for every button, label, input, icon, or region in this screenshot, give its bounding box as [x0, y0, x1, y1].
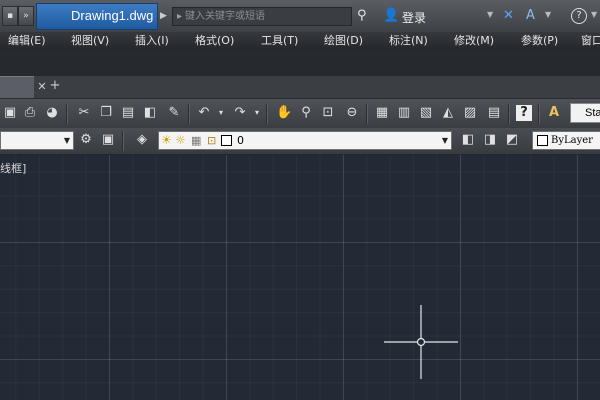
file-tab-strip	[0, 50, 600, 76]
toolbar-separator	[508, 104, 510, 124]
zoom-previous-icon[interactable]: ⊖	[344, 105, 360, 121]
redo-icon[interactable]: ↷	[232, 105, 248, 121]
text-style-icon[interactable]: A	[546, 105, 562, 121]
menu-edit[interactable]: 编辑(E)	[8, 34, 46, 48]
document-title-arrow-icon[interactable]: ▶	[160, 8, 170, 24]
gear-icon[interactable]: ⚙	[78, 132, 94, 148]
toolbar-separator	[188, 104, 190, 124]
menu-tools[interactable]: 工具(T)	[261, 34, 298, 48]
quick-access-expand-button[interactable]: »	[18, 6, 34, 26]
text-style-select[interactable]: Sta	[570, 103, 600, 123]
app-menu-button[interactable]: ▪	[2, 6, 18, 26]
menu-bar: 编辑(E) 视图(V) 插入(I) 格式(O) 工具(T) 绘图(D) 标注(N…	[0, 32, 600, 50]
file-tab-drawing1[interactable]	[0, 76, 34, 99]
layer-state-icon[interactable]: ◩	[504, 132, 520, 148]
viewport-controls-label[interactable]: 线框]	[0, 160, 26, 176]
sheet-set-icon[interactable]: ◭	[440, 105, 456, 121]
menu-format[interactable]: 格式(O)	[195, 34, 234, 48]
title-bar: ▪ » Drawing1.dwg ▶ 键入关键字或短语 ⚲ 👤 登录 ▼ ✕ A…	[0, 0, 600, 33]
save-icon[interactable]: ▣	[2, 105, 18, 121]
color-value: ByLayer	[551, 135, 593, 146]
toolbar-separator	[538, 104, 540, 124]
workspace-icon[interactable]: ▣	[100, 132, 116, 148]
color-select[interactable]: ByLayer	[532, 131, 600, 150]
binoculars-icon[interactable]: ⚲	[357, 8, 367, 23]
exchange-icon[interactable]: ✕	[503, 8, 514, 23]
menu-insert[interactable]: 插入(I)	[135, 34, 169, 48]
menu-parameters[interactable]: 参数(P)	[521, 34, 558, 48]
design-center-icon[interactable]: ▥	[396, 105, 412, 121]
menu-draw[interactable]: 绘图(D)	[324, 34, 363, 48]
toolbar-separator	[266, 104, 268, 124]
menu-view[interactable]: 视图(V)	[71, 34, 109, 48]
login-button[interactable]: 登录	[402, 9, 426, 26]
layer-previous-icon[interactable]: ◨	[482, 132, 498, 148]
zoom-window-icon[interactable]: ⊡	[320, 105, 336, 121]
menu-modify[interactable]: 修改(M)	[454, 34, 494, 48]
redo-dropdown-icon[interactable]: ▾	[249, 105, 265, 121]
print-icon[interactable]: ⎙	[22, 105, 38, 121]
sun-icon[interactable]: ☼	[175, 132, 186, 149]
lock-icon[interactable]: ⊡	[207, 132, 216, 149]
layer-select[interactable]: ☀ ☼ ▦ ⊡ 0 ▼	[158, 131, 452, 150]
color-swatch	[537, 135, 548, 146]
chevron-down-icon: ▼	[63, 136, 70, 145]
crosshair-cursor	[384, 305, 458, 379]
toolbar-separator	[66, 104, 68, 124]
cut-icon[interactable]: ✂	[76, 105, 92, 121]
copy-icon[interactable]: ❐	[98, 105, 114, 121]
standard-toolbar: ▣ ⎙ ◕ ✂ ❐ ▤ ◧ ✎ ↶ ▾ ↷ ▾ ✋ ⚲ ⊡ ⊖ ▦ ▥ ▧ ◭ …	[0, 98, 600, 129]
make-current-layer-icon[interactable]: ◧	[460, 132, 476, 148]
paste-icon[interactable]: ▤	[120, 105, 136, 121]
markup-icon[interactable]: ▨	[462, 105, 478, 121]
document-title: Drawing1.dwg	[36, 3, 158, 30]
help-icon[interactable]: ?	[516, 105, 532, 121]
workspace-select[interactable]: ▼	[0, 131, 74, 150]
current-layer-name: 0	[237, 134, 244, 147]
toolbar-separator	[122, 131, 124, 151]
user-icon[interactable]: 👤	[383, 8, 399, 23]
light-bulb-icon[interactable]: ☀	[161, 132, 172, 149]
zoom-realtime-icon[interactable]: ⚲	[298, 105, 314, 121]
layer-properties-icon[interactable]: ◈	[134, 132, 150, 148]
new-tab-icon[interactable]: +	[46, 79, 64, 94]
a360-dropdown-icon[interactable]: ▼	[545, 10, 551, 19]
properties-icon[interactable]: ▦	[374, 105, 390, 121]
chevron-down-icon: ▼	[441, 136, 448, 145]
menu-dimension[interactable]: 标注(N)	[389, 34, 428, 48]
tool-palettes-icon[interactable]: ▧	[418, 105, 434, 121]
match-properties-icon[interactable]: ✎	[166, 105, 182, 121]
help-button[interactable]: ?	[571, 8, 587, 24]
toolbar-separator	[366, 104, 368, 124]
pan-icon[interactable]: ✋	[276, 105, 292, 121]
undo-dropdown-icon[interactable]: ▾	[213, 105, 229, 121]
paste-block-icon[interactable]: ◧	[142, 105, 158, 121]
viewport-freeze-icon[interactable]: ▦	[191, 132, 201, 149]
undo-icon[interactable]: ↶	[196, 105, 212, 121]
file-tab-bar	[0, 76, 600, 98]
calculator-icon[interactable]: ▤	[486, 105, 502, 121]
plot-preview-icon[interactable]: ◕	[44, 105, 60, 121]
help-dropdown-icon[interactable]: ▼	[591, 10, 597, 19]
search-input[interactable]: 键入关键字或短语	[172, 7, 352, 26]
layer-color-swatch	[221, 135, 232, 146]
login-dropdown-icon[interactable]: ▼	[487, 10, 493, 19]
menu-window[interactable]: 窗口	[581, 34, 600, 48]
drawing-canvas[interactable]: 线框]	[0, 155, 600, 400]
autodesk-a360-icon[interactable]: A	[526, 8, 535, 23]
